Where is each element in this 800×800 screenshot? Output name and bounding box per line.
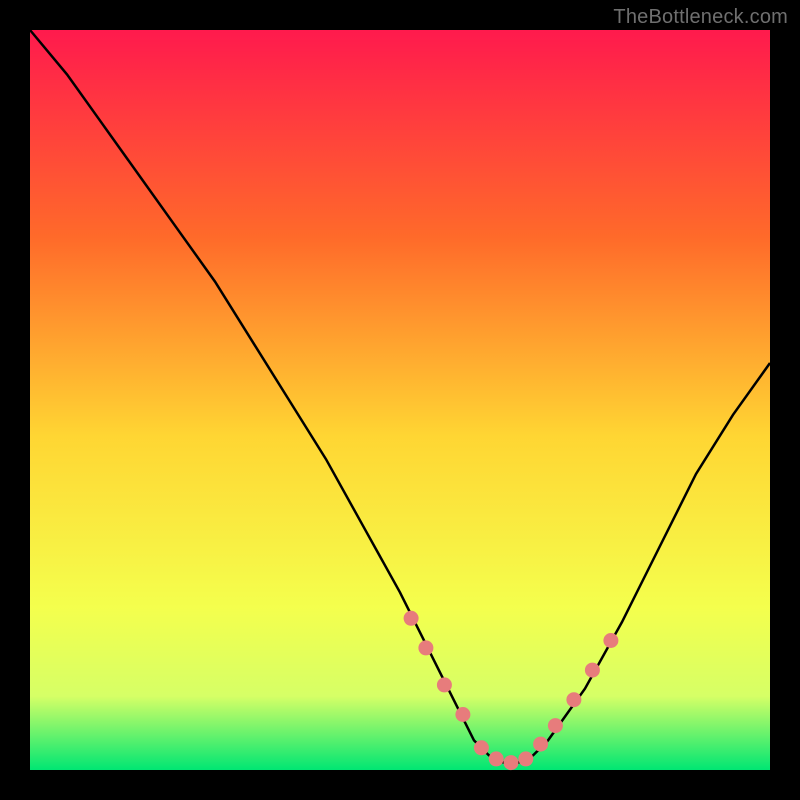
marker-point	[585, 663, 600, 678]
marker-point	[504, 755, 519, 770]
bottleneck-curve	[30, 30, 770, 763]
marker-point	[603, 633, 618, 648]
attribution-text: TheBottleneck.com	[613, 6, 788, 29]
marker-point	[404, 611, 419, 626]
plot-area	[30, 30, 770, 770]
marker-point	[455, 707, 470, 722]
marker-point	[474, 740, 489, 755]
marker-point	[566, 692, 581, 707]
marker-point	[518, 751, 533, 766]
chart-stage: TheBottleneck.com	[0, 0, 800, 800]
curve-layer	[30, 30, 770, 770]
marker-point	[418, 640, 433, 655]
sweet-spot-markers	[404, 611, 619, 770]
marker-point	[548, 718, 563, 733]
marker-point	[489, 751, 504, 766]
marker-point	[533, 737, 548, 752]
marker-point	[437, 677, 452, 692]
